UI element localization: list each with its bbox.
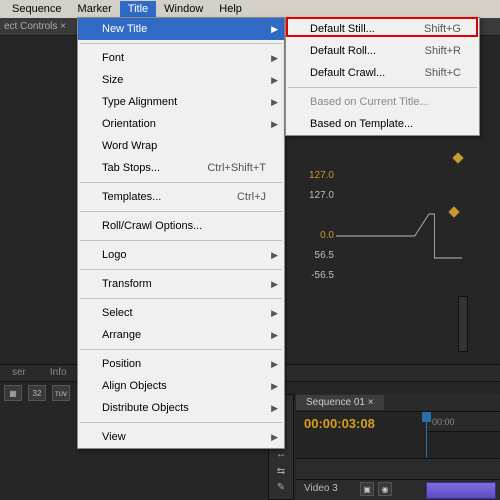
menu-window[interactable]: Window [156,1,211,17]
menu-item-logo[interactable]: Logo▶ [78,244,284,266]
new-title-submenu[interactable]: Default Still...Shift+GDefault Roll...Sh… [285,17,480,136]
track-label: Video 3 [304,483,338,494]
chevron-right-icon: ▶ [271,250,278,261]
menu-item-select[interactable]: Select▶ [78,302,284,324]
title-menu[interactable]: New Title▶ Font▶Size▶Type Alignment▶Orien… [77,17,285,449]
tab-browser[interactable]: ser [0,365,38,381]
scrollbar[interactable] [458,296,468,352]
menu-item-tab-stops[interactable]: Tab Stops...Ctrl+Shift+T [78,157,284,179]
chevron-right-icon: ▶ [271,359,278,370]
menu-marker[interactable]: Marker [70,1,120,17]
value-5: 56.5 [296,246,334,266]
menu-item-distribute-objects[interactable]: Distribute Objects▶ [78,397,284,419]
menu-item-font[interactable]: Font▶ [78,47,284,69]
time-ruler[interactable]: 00:00 [426,412,500,432]
menu-item-default-still[interactable]: Default Still...Shift+G [286,18,479,40]
menu-item-word-wrap[interactable]: Word Wrap [78,135,284,157]
toggle-visibility-icon[interactable]: ▣ [360,482,374,496]
icon-grid[interactable]: ▦ [4,385,22,401]
chevron-right-icon: ▶ [271,24,278,35]
value-2: 127.0 [296,186,334,206]
table-row[interactable]: Video 3 ▣ ◉ [296,479,500,500]
chevron-right-icon: ▶ [271,330,278,341]
effect-controls-tab[interactable]: ect Controls × [4,21,66,32]
chevron-right-icon: ▶ [271,403,278,414]
menu-item-align-objects[interactable]: Align Objects▶ [78,375,284,397]
menu-item-new-title[interactable]: New Title▶ [78,18,284,40]
menu-item-size[interactable]: Size▶ [78,69,284,91]
menu-item-orientation[interactable]: Orientation▶ [78,113,284,135]
keyframe-icon[interactable] [452,152,463,163]
tab-info[interactable]: Info [38,365,79,381]
icon-tuv[interactable]: ᴛᴜᴠ [52,385,70,401]
menu-item-roll-crawl-options[interactable]: Roll/Crawl Options... [78,215,284,237]
menu-item-transform[interactable]: Transform▶ [78,273,284,295]
menu-item-arrange[interactable]: Arrange▶ [78,324,284,346]
chevron-right-icon: ▶ [271,279,278,290]
menu-item-based-on-template[interactable]: Based on Template... [286,113,479,135]
property-values: 127.0 127.0 0.0 56.5 -56.5 [296,166,334,286]
chevron-right-icon: ▶ [271,308,278,319]
menu-item-templates[interactable]: Templates...Ctrl+J [78,186,284,208]
sequence-tab[interactable]: Sequence 01 × [296,395,384,410]
menu-help[interactable]: Help [211,1,250,17]
panel-icon-strip: ▦ 32 ᴛᴜᴠ [4,385,70,403]
menu-item-position[interactable]: Position▶ [78,353,284,375]
menu-item-default-roll[interactable]: Default Roll...Shift+R [286,40,479,62]
video-clip[interactable] [426,482,496,499]
timeline-panel: Sequence 01 × 00:00:03:08 00:00 Video 3 … [296,394,500,500]
value-6: -56.5 [296,266,334,286]
track-toggles: ▣ ◉ [360,482,392,496]
value-4[interactable]: 0.0 [296,226,334,246]
toggle-lock-icon[interactable]: ◉ [378,482,392,496]
tool-slide[interactable]: ⇆ [272,466,290,479]
chevron-right-icon: ▶ [271,432,278,443]
tool-slip[interactable]: ↔ [272,449,290,462]
menu-title[interactable]: Title [120,1,156,17]
value-3 [296,206,334,226]
menu-item-based-on-current-title: Based on Current Title... [286,91,479,113]
chevron-right-icon: ▶ [271,53,278,64]
menu-sequence[interactable]: Sequence [4,1,70,17]
chevron-right-icon: ▶ [271,119,278,130]
chevron-right-icon: ▶ [271,97,278,108]
velocity-curve [336,206,462,266]
menu-item-type-alignment[interactable]: Type Alignment▶ [78,91,284,113]
menu-item-default-crawl[interactable]: Default Crawl...Shift+C [286,62,479,84]
icon-32[interactable]: 32 [28,385,46,401]
sequence-tab-bar: Sequence 01 × [296,394,500,412]
menu-item-view[interactable]: View▶ [78,426,284,448]
menu-bar[interactable]: Sequence Marker Title Window Help [0,0,500,18]
chevron-right-icon: ▶ [271,75,278,86]
tool-pen[interactable]: ✎ [272,482,290,495]
value-1[interactable]: 127.0 [296,166,334,186]
chevron-right-icon: ▶ [271,381,278,392]
table-row[interactable] [296,458,500,479]
